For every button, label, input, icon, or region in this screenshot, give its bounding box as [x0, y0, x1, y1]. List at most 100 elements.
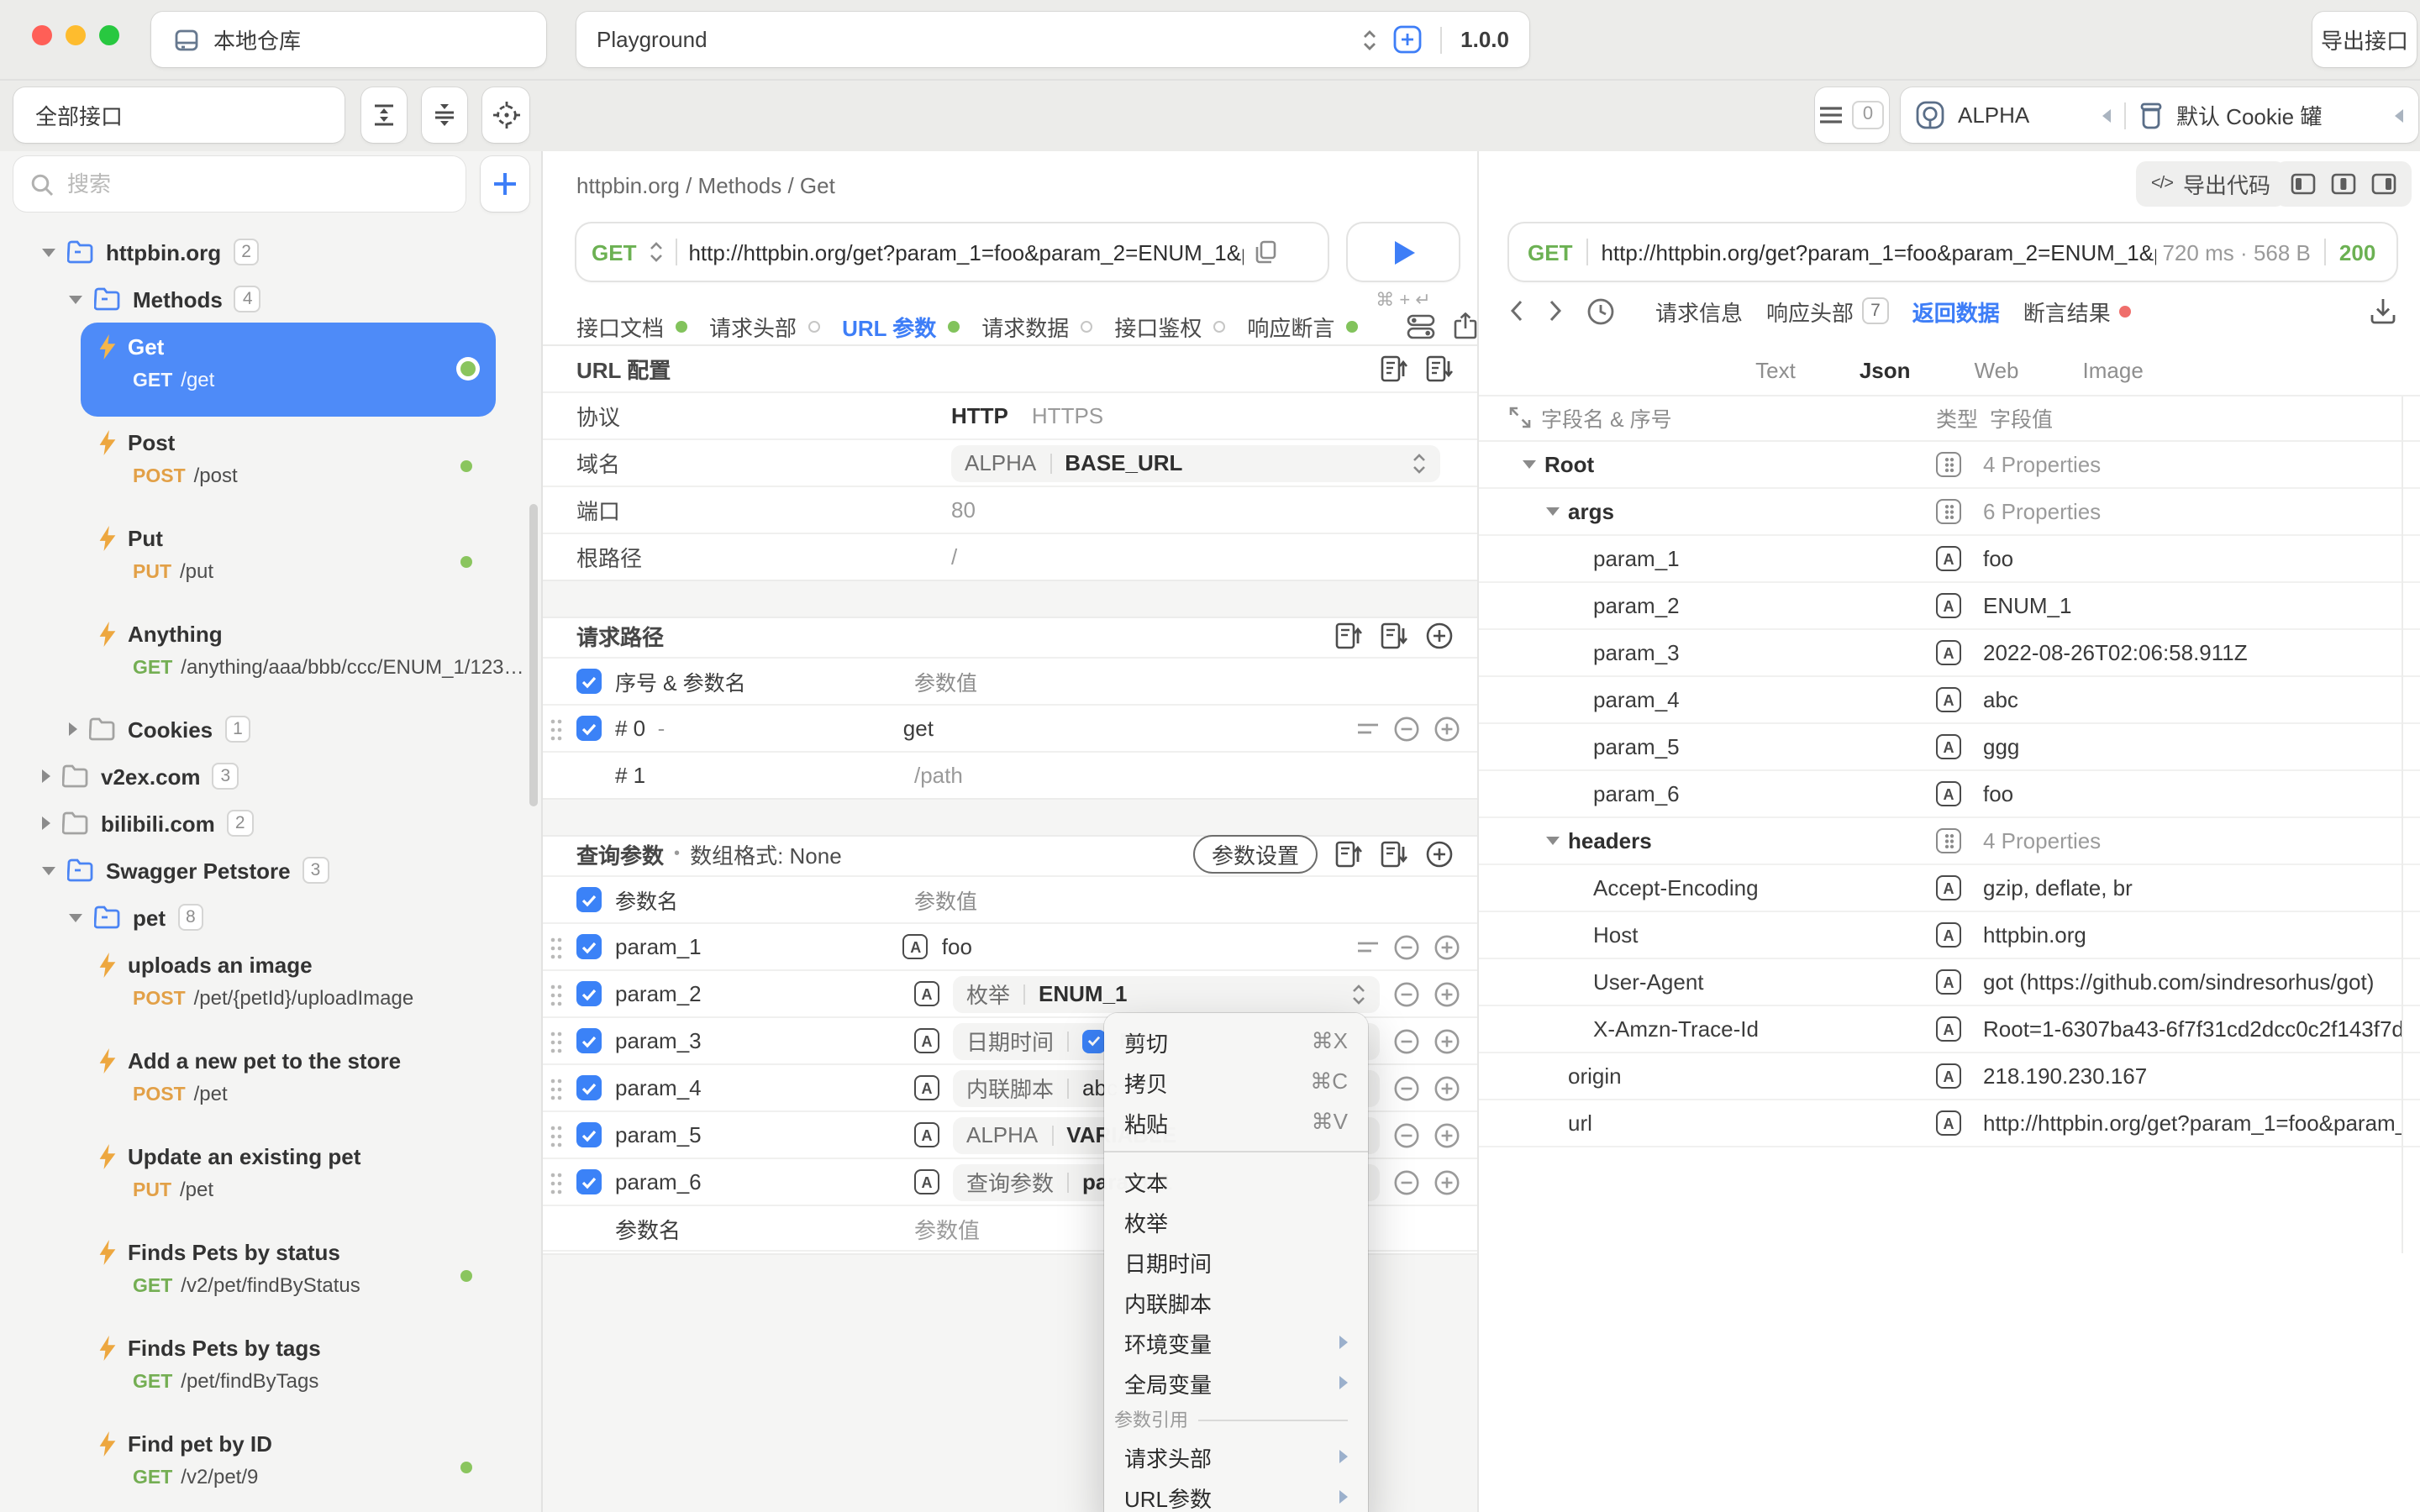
sidebar-item-put[interactable]: Put PUT/put: [81, 514, 496, 608]
remove-row-icon[interactable]: [1393, 1074, 1420, 1101]
add-row-icon[interactable]: [1434, 933, 1460, 960]
sidebar-item-find-by-tags[interactable]: Finds Pets by tags GET/pet/findByTags: [81, 1324, 496, 1418]
domain-variable-select[interactable]: ALPHA BASE_URL: [951, 444, 1440, 481]
caret-down-icon[interactable]: [69, 913, 82, 921]
collection-filter-button[interactable]: 全部接口: [13, 87, 345, 143]
remove-row-icon[interactable]: [1393, 715, 1420, 742]
select-all-checkbox[interactable]: [576, 887, 602, 912]
tab-assert-results[interactable]: 断言结果: [2023, 295, 2131, 327]
add-row-icon[interactable]: [1434, 980, 1460, 1007]
enum-value-select[interactable]: 枚举ENUM_1: [953, 975, 1380, 1012]
tab-assertions[interactable]: 响应断言: [1247, 310, 1358, 342]
sidebar-item-post[interactable]: Post POST/post: [81, 418, 496, 512]
request-url-input[interactable]: http://httpbin.org/get?param_1=foo&param…: [688, 239, 1243, 265]
menu-item-url-params[interactable]: URL参数: [1104, 1477, 1368, 1512]
sidebar-scrollbar[interactable]: [529, 504, 538, 806]
protocol-https-option[interactable]: HTTPS: [1032, 403, 1103, 428]
format-text[interactable]: Text: [1755, 357, 1796, 382]
add-row-icon[interactable]: [1425, 622, 1454, 650]
json-row[interactable]: param_4 Aabc: [1479, 677, 2420, 724]
path-row-1[interactable]: # 1 /path: [543, 751, 1477, 798]
send-request-button[interactable]: [1348, 223, 1459, 281]
sidebar-item-updates-pet-form[interactable]: Updates a pet in the store with f: [81, 1502, 496, 1512]
json-row[interactable]: User-Agent Agot (https://github.com/sind…: [1479, 959, 2420, 1006]
collapse-cookiejar-icon[interactable]: [2395, 108, 2403, 122]
json-row-origin[interactable]: origin A218.190.230.167: [1479, 1053, 2420, 1100]
add-row-icon[interactable]: [1434, 1168, 1460, 1195]
export-doc-icon[interactable]: [1380, 622, 1408, 650]
tab-url-params[interactable]: URL 参数: [842, 310, 960, 342]
toggles-icon[interactable]: [1407, 313, 1435, 339]
sidebar-item-find-by-status[interactable]: Finds Pets by status GET/v2/pet/findBySt…: [81, 1228, 496, 1322]
sidebar-item-get[interactable]: Get GET/get: [81, 323, 496, 417]
menu-item-request-headers[interactable]: 请求头部: [1104, 1436, 1368, 1477]
zoom-window-button[interactable]: [99, 25, 119, 45]
next-response-icon[interactable]: [1548, 299, 1563, 323]
format-json[interactable]: Json: [1860, 357, 1911, 382]
add-row-icon[interactable]: [1434, 1027, 1460, 1054]
row-checkbox[interactable]: [576, 716, 602, 741]
json-row[interactable]: param_3 A2022-08-26T02:06:58.911Z: [1479, 630, 2420, 677]
stepper-icon[interactable]: [1351, 982, 1366, 1005]
import-doc-icon[interactable]: [1334, 840, 1363, 869]
menu-item-paste[interactable]: 粘贴⌘V: [1104, 1102, 1368, 1142]
caret-right-icon[interactable]: [69, 722, 77, 736]
tab-response-data[interactable]: 返回数据: [1912, 295, 2000, 327]
format-web[interactable]: Web: [1975, 357, 2019, 382]
drag-handle[interactable]: [550, 935, 563, 958]
export-doc-icon[interactable]: [1380, 840, 1408, 869]
query-row-param2[interactable]: param_2 A 枚举ENUM_1: [543, 969, 1477, 1016]
caret-down-icon[interactable]: [1546, 507, 1560, 516]
collapse-environment-icon[interactable]: [2102, 108, 2111, 122]
json-row[interactable]: param_2 AENUM_1: [1479, 583, 2420, 630]
tab-request-body[interactable]: 请求数据: [981, 310, 1092, 342]
method-stepper-icon[interactable]: [648, 240, 663, 264]
add-row-icon[interactable]: [1434, 1121, 1460, 1148]
menu-item-cut[interactable]: 剪切⌘X: [1104, 1021, 1368, 1062]
array-format-label[interactable]: 数组格式: None: [690, 838, 842, 870]
project-switcher[interactable]: Playground 1.0.0: [576, 12, 1529, 67]
json-row[interactable]: param_6 Afoo: [1479, 771, 2420, 818]
menu-item-copy[interactable]: 拷贝⌘C: [1104, 1062, 1368, 1102]
toggle-right-panel-icon[interactable]: [2371, 173, 2396, 195]
caret-down-icon[interactable]: [69, 295, 82, 303]
history-icon[interactable]: [1586, 297, 1615, 325]
json-row[interactable]: param_1 Afoo: [1479, 536, 2420, 583]
import-doc-icon[interactable]: [1334, 622, 1363, 650]
caret-down-icon[interactable]: [42, 248, 55, 256]
download-response-icon[interactable]: [2370, 297, 2396, 324]
toggle-bottom-panel-icon[interactable]: [2331, 173, 2356, 195]
sidebar-folder-v2ex[interactable]: v2ex.com 3: [0, 753, 541, 800]
json-row[interactable]: Accept-Encoding Agzip, deflate, br: [1479, 865, 2420, 912]
sidebar-item-anything[interactable]: Anything GET/anything/aaa/bbb/ccc/ENUM_1…: [81, 610, 496, 704]
remove-row-icon[interactable]: [1393, 1121, 1420, 1148]
drag-handle[interactable]: [550, 1076, 563, 1100]
json-row[interactable]: Host Ahttpbin.org: [1479, 912, 2420, 959]
project-stepper-icon[interactable]: [1361, 26, 1378, 53]
environment-name[interactable]: ALPHA: [1958, 102, 2029, 128]
protocol-http-option[interactable]: HTTP: [951, 403, 1008, 428]
sidebar-item-update-pet[interactable]: Update an existing pet PUT/pet: [81, 1132, 496, 1226]
format-image[interactable]: Image: [2083, 357, 2144, 382]
param-name[interactable]: param_6: [615, 1169, 914, 1194]
json-row-headers[interactable]: headers 4 Properties: [1479, 818, 2420, 865]
tab-auth[interactable]: 接口鉴权: [1114, 310, 1225, 342]
add-row-icon[interactable]: [1434, 715, 1460, 742]
drag-handle[interactable]: [550, 982, 563, 1005]
sidebar-folder-bilibili[interactable]: bilibili.com 2: [0, 800, 541, 847]
json-row-root[interactable]: Root 4 Properties: [1479, 442, 2420, 489]
search-input[interactable]: [64, 170, 407, 198]
caret-right-icon[interactable]: [42, 816, 50, 830]
search-box[interactable]: [13, 156, 466, 212]
json-row[interactable]: param_5 Aggg: [1479, 724, 2420, 771]
menu-item-inline-script[interactable]: 内联脚本: [1104, 1282, 1368, 1322]
param-settings-button[interactable]: 参数设置: [1193, 835, 1318, 874]
caret-down-icon[interactable]: [1546, 837, 1560, 845]
sidebar-folder-cookies[interactable]: Cookies 1: [0, 706, 541, 753]
sidebar-item-find-by-id[interactable]: Find pet by ID GET/v2/pet/9: [81, 1420, 496, 1512]
param-name[interactable]: param_1: [615, 934, 903, 959]
drag-handle[interactable]: [550, 1123, 563, 1147]
now-checkbox[interactable]: [1082, 1029, 1106, 1053]
menu-item-datetime[interactable]: 日期时间: [1104, 1242, 1368, 1282]
param-name[interactable]: param_3: [615, 1028, 914, 1053]
